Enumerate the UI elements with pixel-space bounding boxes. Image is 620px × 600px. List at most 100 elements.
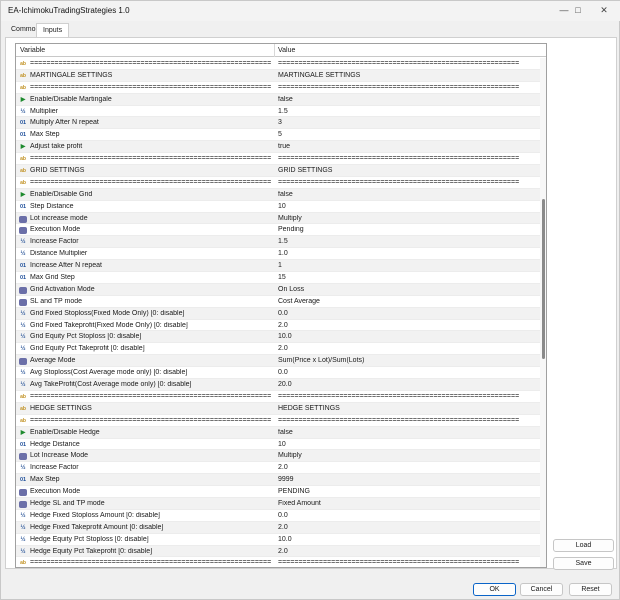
input-row[interactable]: Average Mode Sum(Price x Lot)/Sum(Lots)	[16, 355, 540, 368]
input-value[interactable]: 3	[278, 119, 540, 126]
input-row[interactable]: 01 Step Distance 10	[16, 201, 540, 213]
input-value[interactable]: 2.0	[278, 524, 540, 531]
input-value[interactable]: 2.0	[278, 322, 540, 329]
input-value[interactable]: 10.0	[278, 333, 540, 340]
input-row[interactable]: ½ Distance Multiplier 1.0	[16, 248, 540, 261]
input-value[interactable]: ========================================…	[278, 155, 540, 162]
scrollbar-thumb[interactable]	[542, 199, 545, 359]
input-value[interactable]: ========================================…	[278, 417, 540, 424]
input-row[interactable]: ▶ Enable/Disable Martingale false	[16, 93, 540, 106]
input-value[interactable]: On Loss	[278, 286, 540, 293]
input-row[interactable]: ½ Hedge Equity Pct Stoploss [0: disable] 1…	[16, 534, 540, 546]
input-value[interactable]: MARTINGALE SETTINGS	[278, 72, 540, 79]
input-row[interactable]: ½ Avg Stoploss(Cost Average mode only) [0…	[16, 367, 540, 380]
input-row[interactable]: Grid Activation Mode On Loss	[16, 283, 540, 296]
input-row[interactable]: ab ======================================…	[16, 557, 540, 567]
ok-button[interactable]: OK	[473, 583, 516, 596]
input-row[interactable]: ab ======================================…	[16, 82, 540, 94]
input-value[interactable]: 9999	[278, 476, 540, 483]
input-row[interactable]: ▶ Enable/Disable Hedge false	[16, 426, 540, 439]
input-row[interactable]: ab ======================================…	[16, 391, 540, 403]
input-row[interactable]: ab HEDGE SETTINGS HEDGE SETTINGS	[16, 402, 540, 415]
input-row[interactable]: 01 Max Grid Step 15	[16, 272, 540, 284]
input-value[interactable]: 2.0	[278, 464, 540, 471]
input-row[interactable]: ½ Grid Equity Pct Stoploss [0: disable] 10…	[16, 331, 540, 344]
input-value[interactable]: 1	[278, 262, 540, 269]
input-value[interactable]: 10	[278, 203, 540, 210]
input-row[interactable]: ½ Avg TakeProfit(Cost Average mode only) …	[16, 379, 540, 391]
input-value[interactable]: 15	[278, 274, 540, 281]
column-divider[interactable]	[274, 44, 275, 57]
reset-button[interactable]: Reset	[569, 583, 612, 596]
input-value[interactable]: 1.5	[278, 108, 540, 115]
input-value[interactable]: 0.0	[278, 369, 540, 376]
input-row[interactable]: 01 Max Step 5	[16, 129, 540, 142]
input-value[interactable]: true	[278, 143, 540, 150]
input-row[interactable]: Lot increase mode Multiply	[16, 212, 540, 225]
input-value[interactable]: 5	[278, 131, 540, 138]
input-value[interactable]: 1.5	[278, 238, 540, 245]
cancel-button[interactable]: Cancel	[520, 583, 563, 596]
input-row[interactable]: 01 Hedge Distance 10	[16, 439, 540, 451]
input-row[interactable]: 01 Max Step 9999	[16, 474, 540, 487]
input-value[interactable]: Multiply	[278, 452, 540, 459]
input-row[interactable]: Execution Mode Pending	[16, 224, 540, 237]
input-row[interactable]: ab ======================================…	[16, 415, 540, 427]
input-row[interactable]: ½ Increase Factor 2.0	[16, 462, 540, 475]
load-button[interactable]: Load	[553, 539, 614, 552]
input-value[interactable]: 0.0	[278, 310, 540, 317]
input-value[interactable]: 2.0	[278, 345, 540, 352]
input-row[interactable]: ▶ Adjust take profit true	[16, 141, 540, 154]
input-value[interactable]: ========================================…	[278, 393, 540, 400]
input-row[interactable]: Execution Mode PENDING	[16, 486, 540, 498]
input-row[interactable]: Hedge SL and TP mode Fixed Amount	[16, 497, 540, 510]
input-value[interactable]: 1.0	[278, 250, 540, 257]
input-value[interactable]: HEDGE SETTINGS	[278, 405, 540, 412]
input-value[interactable]: GRID SETTINGS	[278, 167, 540, 174]
input-row[interactable]: ½ Hedge Equity Pct Takeprofit [0: disable…	[16, 545, 540, 558]
input-row[interactable]: ab ======================================…	[16, 58, 540, 70]
input-value[interactable]: ========================================…	[278, 60, 540, 67]
input-value[interactable]: false	[278, 429, 540, 436]
input-value[interactable]: ========================================…	[278, 84, 540, 91]
input-row[interactable]: ▶ Enable/Disable Grid false	[16, 188, 540, 201]
tab-inputs[interactable]: Inputs	[36, 23, 70, 37]
input-value[interactable]: 0.0	[278, 512, 540, 519]
input-row[interactable]: 01 Increase After N repeat 1	[16, 260, 540, 273]
column-header-variable[interactable]: Variable	[20, 47, 45, 54]
input-row[interactable]: Lot Increase Mode Multiply	[16, 450, 540, 463]
minimize-icon[interactable]: —	[557, 4, 571, 17]
input-row[interactable]: ab ======================================…	[16, 177, 540, 189]
input-value[interactable]: ========================================…	[278, 179, 540, 186]
input-row[interactable]: ab GRID SETTINGS GRID SETTINGS	[16, 165, 540, 177]
input-row[interactable]: ½ Hedge Fixed Stoploss Amount [0: disable…	[16, 510, 540, 522]
input-value[interactable]: Pending	[278, 226, 540, 233]
input-row[interactable]: SL and TP mode Cost Average	[16, 296, 540, 308]
save-button[interactable]: Save	[553, 557, 614, 570]
input-value[interactable]: Fixed Amount	[278, 500, 540, 507]
input-row[interactable]: ½ Hedge Fixed Takeprofit Amount [0: disab…	[16, 521, 540, 534]
input-value[interactable]: ========================================…	[278, 559, 540, 566]
column-header-value[interactable]: Value	[278, 47, 295, 54]
input-value[interactable]: 10.0	[278, 536, 540, 543]
input-value[interactable]: 10	[278, 441, 540, 448]
input-row[interactable]: ab MARTINGALE SETTINGS MARTINGALE SETTINGS	[16, 69, 540, 82]
input-row[interactable]: ½ Grid Equity Pct Takeprofit [0: disable]…	[16, 343, 540, 356]
input-value[interactable]: PENDING	[278, 488, 540, 495]
maximize-icon[interactable]: □	[571, 4, 585, 17]
input-row[interactable]: ab ======================================…	[16, 153, 540, 166]
input-value[interactable]: Cost Average	[278, 298, 540, 305]
input-value[interactable]: 20.0	[278, 381, 540, 388]
input-row[interactable]: ½ Grid Fixed Takeprofit(Fixed Mode Only) …	[16, 320, 540, 332]
input-value[interactable]: 2.0	[278, 548, 540, 555]
double-type-icon: ½	[20, 512, 26, 519]
input-row[interactable]: ½ Grid Fixed Stoploss(Fixed Mode Only) [0…	[16, 307, 540, 320]
input-value[interactable]: false	[278, 96, 540, 103]
input-row[interactable]: ½ Multiplier 1.5	[16, 106, 540, 118]
close-icon[interactable]: ✕	[597, 4, 611, 17]
input-row[interactable]: 01 Multiply After N repeat 3	[16, 117, 540, 130]
input-value[interactable]: Multiply	[278, 215, 540, 222]
input-row[interactable]: ½ Increase Factor 1.5	[16, 236, 540, 249]
input-value[interactable]: false	[278, 191, 540, 198]
input-value[interactable]: Sum(Price x Lot)/Sum(Lots)	[278, 357, 540, 364]
